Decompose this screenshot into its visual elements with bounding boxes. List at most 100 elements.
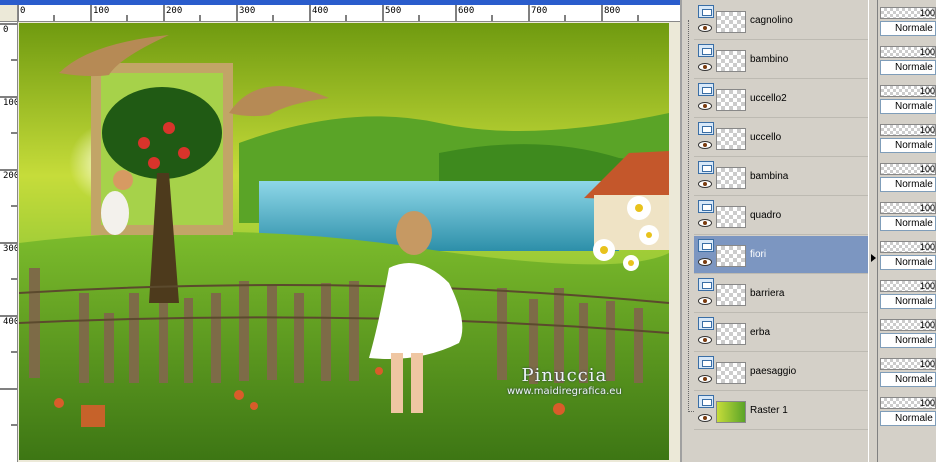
layer-name: uccello2 xyxy=(750,93,787,104)
ruler-corner xyxy=(0,5,18,22)
opacity-slider[interactable]: 100 xyxy=(880,202,936,214)
layer-row[interactable]: uccello xyxy=(694,119,868,157)
layer-row[interactable]: erba xyxy=(694,314,868,352)
blend-mode-select[interactable]: Normale xyxy=(880,294,936,309)
blend-mode-select[interactable]: Normale xyxy=(880,138,936,153)
visibility-eye-icon[interactable] xyxy=(698,336,712,344)
blend-mode-select[interactable]: Normale xyxy=(880,411,936,426)
panel-splitter[interactable] xyxy=(868,0,878,462)
opacity-value: 100 xyxy=(919,164,935,174)
raster-layer-icon xyxy=(698,278,714,291)
blend-mode-select[interactable]: Normale xyxy=(880,60,936,75)
opacity-value: 100 xyxy=(919,359,935,369)
visibility-eye-icon[interactable] xyxy=(698,219,712,227)
opacity-slider[interactable]: 100 xyxy=(880,124,936,136)
blend-row: 100 Normale xyxy=(878,119,936,157)
blend-mode-select[interactable]: Normale xyxy=(880,216,936,231)
expand-arrow-icon[interactable] xyxy=(871,254,876,262)
layer-row[interactable]: bambino xyxy=(694,41,868,79)
visibility-eye-icon[interactable] xyxy=(698,141,712,149)
opacity-slider[interactable]: 100 xyxy=(880,319,936,331)
raster-layer-icon xyxy=(698,200,714,213)
raster-layer-icon xyxy=(698,395,714,408)
layer-name: bambino xyxy=(750,54,789,65)
blend-mode-select[interactable]: Normale xyxy=(880,99,936,114)
layer-name: barriera xyxy=(750,288,785,299)
blend-mode-select[interactable]: Normale xyxy=(880,255,936,270)
layer-row[interactable]: Raster 1 xyxy=(694,392,868,430)
visibility-eye-icon[interactable] xyxy=(698,414,712,422)
blend-row: 100 Normale xyxy=(878,314,936,352)
layer-row[interactable]: quadro xyxy=(694,197,868,235)
visibility-eye-icon[interactable] xyxy=(698,258,712,266)
watermark-subtitle: www.maidiregrafica.eu xyxy=(507,386,622,397)
opacity-value: 100 xyxy=(919,203,935,213)
opacity-value: 100 xyxy=(919,125,935,135)
layer-name: bambina xyxy=(750,171,789,182)
opacity-slider[interactable]: 100 xyxy=(880,280,936,292)
horizontal-ruler: 0 100 200 300 400 500 600 700 800 xyxy=(18,5,680,22)
ruler-h-label: 500 xyxy=(385,6,402,16)
opacity-slider[interactable]: 100 xyxy=(880,241,936,253)
opacity-value: 100 xyxy=(919,398,935,408)
ruler-v-label: 300 xyxy=(3,244,18,254)
visibility-eye-icon[interactable] xyxy=(698,297,712,305)
layer-row[interactable]: bambina xyxy=(694,158,868,196)
visibility-eye-icon[interactable] xyxy=(698,24,712,32)
vertical-ruler: 0 100 200 300 400 xyxy=(0,22,18,462)
blend-row: 100 Normale xyxy=(878,392,936,430)
ruler-h-label: 300 xyxy=(239,6,256,16)
canvas-area: 0 100 200 300 400 500 600 700 800 0 100 … xyxy=(0,0,680,462)
blend-column: 100 Normale 100 Normale 100 Normale 100 … xyxy=(878,0,936,462)
layer-name: fiori xyxy=(750,249,767,260)
opacity-slider[interactable]: 100 xyxy=(880,397,936,409)
visibility-eye-icon[interactable] xyxy=(698,63,712,71)
layer-thumbnail xyxy=(716,11,746,33)
raster-layer-icon xyxy=(698,161,714,174)
visibility-eye-icon[interactable] xyxy=(698,102,712,110)
app-window: 0 100 200 300 400 500 600 700 800 0 100 … xyxy=(0,0,936,462)
opacity-slider[interactable]: 100 xyxy=(880,85,936,97)
blend-row: 100 Normale xyxy=(878,80,936,118)
opacity-value: 100 xyxy=(919,281,935,291)
opacity-value: 100 xyxy=(919,8,935,18)
blend-row: 100 Normale xyxy=(878,41,936,79)
raster-layer-icon xyxy=(698,5,714,18)
blend-row: 100 Normale xyxy=(878,197,936,235)
raster-layer-icon xyxy=(698,83,714,96)
opacity-value: 100 xyxy=(919,242,935,252)
layer-name: erba xyxy=(750,327,771,338)
visibility-eye-icon[interactable] xyxy=(698,180,712,188)
layer-row-selected[interactable]: fiori xyxy=(694,236,868,274)
layer-row[interactable]: barriera xyxy=(694,275,868,313)
layer-row[interactable]: cagnolino xyxy=(694,2,868,40)
ruler-h-label: 600 xyxy=(458,6,475,16)
opacity-value: 100 xyxy=(919,320,935,330)
blend-mode-select[interactable]: Normale xyxy=(880,177,936,192)
ruler-h-label: 700 xyxy=(531,6,548,16)
ruler-v-label: 400 xyxy=(3,317,18,327)
blend-mode-select[interactable]: Normale xyxy=(880,333,936,348)
layer-row[interactable]: paesaggio xyxy=(694,353,868,391)
layer-thumbnail xyxy=(716,167,746,189)
opacity-slider[interactable]: 100 xyxy=(880,358,936,370)
raster-layer-icon xyxy=(698,44,714,57)
canvas-image[interactable]: Pinuccia www.maidiregrafica.eu xyxy=(19,23,669,460)
layer-thumbnail xyxy=(716,284,746,306)
watermark-title: Pinuccia xyxy=(521,365,608,386)
blend-row: 100 Normale xyxy=(878,353,936,391)
blend-mode-select[interactable]: Normale xyxy=(880,21,936,36)
opacity-slider[interactable]: 100 xyxy=(880,163,936,175)
watermark: Pinuccia www.maidiregrafica.eu xyxy=(507,365,622,397)
ruler-v-label: 100 xyxy=(3,98,18,108)
canvas-scrollbar[interactable] xyxy=(670,22,680,462)
layer-name: uccello xyxy=(750,132,782,143)
layer-row[interactable]: uccello2 xyxy=(694,80,868,118)
opacity-slider[interactable]: 100 xyxy=(880,46,936,58)
blend-mode-select[interactable]: Normale xyxy=(880,372,936,387)
ruler-v-label: 200 xyxy=(3,171,18,181)
opacity-slider[interactable]: 100 xyxy=(880,7,936,19)
visibility-eye-icon[interactable] xyxy=(698,375,712,383)
ruler-h-label: 400 xyxy=(312,6,329,16)
layer-thumbnail xyxy=(716,401,746,423)
